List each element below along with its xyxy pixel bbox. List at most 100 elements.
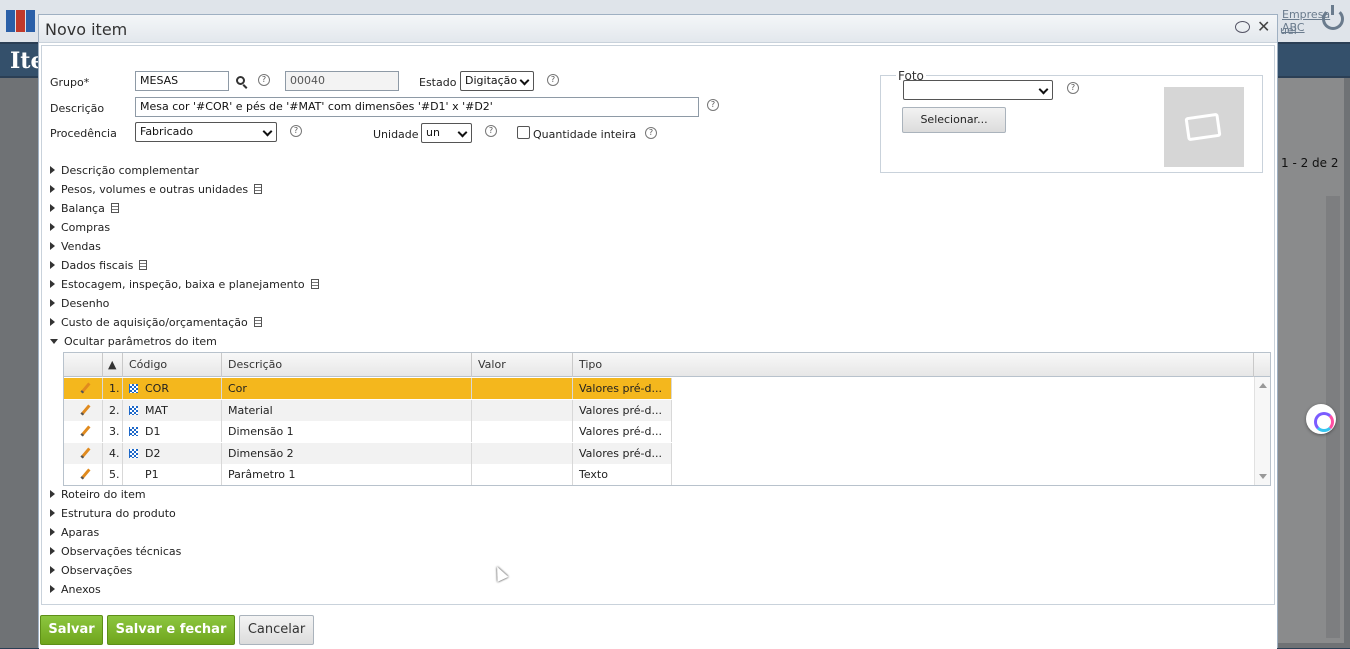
document-icon[interactable] (139, 260, 148, 270)
col-tipo[interactable]: Tipo (573, 353, 1254, 377)
help-icon[interactable]: ? (707, 99, 719, 111)
params-grid: ▲ Código Descrição Valor Tipo 1. COR Cor Va… (63, 352, 1271, 486)
section-label: Roteiro do item (61, 488, 146, 501)
cell-codigo: P1 (123, 464, 222, 485)
pencil-icon[interactable] (80, 468, 91, 480)
clickup-extension-icon[interactable] (1306, 404, 1336, 434)
foto-select[interactable] (903, 80, 1053, 100)
edit-cell[interactable] (64, 442, 103, 464)
edit-cell[interactable] (64, 399, 103, 421)
section-item[interactable]: Aparas (50, 526, 99, 539)
quantidade-inteira-checkbox[interactable] (517, 126, 530, 139)
row-filler (672, 421, 1254, 442)
section-item[interactable]: Estocagem, inspeção, baixa e planejament… (50, 278, 319, 291)
table-row[interactable]: 5. P1 Parâmetro 1 Texto (64, 464, 1254, 485)
help-icon[interactable]: ? (547, 74, 559, 86)
salvar-button[interactable]: Salvar (40, 615, 103, 645)
sort-asc-icon[interactable]: ▲ (103, 353, 123, 377)
modal-header: Novo item ✕ (39, 15, 1277, 43)
salvar-fechar-button[interactable]: Salvar e fechar (107, 615, 235, 645)
section-label: Ocultar parâmetros do item (64, 335, 217, 348)
search-icon[interactable] (236, 76, 245, 85)
cell-desc: Dimensão 1 (222, 421, 472, 442)
help-icon[interactable]: ? (485, 125, 497, 137)
help-icon[interactable]: ? (290, 125, 302, 137)
document-icon[interactable] (253, 317, 262, 327)
help-icon[interactable]: ? (1067, 82, 1079, 94)
descricao-label: Descrição (50, 102, 105, 115)
section-item[interactable]: Pesos, volumes e outras unidades (50, 183, 263, 196)
help-icon[interactable]: ? (258, 74, 270, 86)
scroll-up-icon[interactable] (1259, 383, 1267, 388)
section-item[interactable]: Anexos (50, 583, 101, 596)
cancelar-button[interactable]: Cancelar (239, 615, 314, 645)
cell-n: 3. (103, 421, 123, 442)
document-icon[interactable] (310, 279, 319, 289)
section-item[interactable]: Descrição complementar (50, 164, 199, 177)
section-label: Balança (61, 202, 105, 215)
cell-tipo: Valores pré-d... (573, 421, 672, 442)
unidade-value: un (426, 126, 440, 139)
section-item[interactable]: Vendas (50, 240, 101, 253)
app-logo (6, 10, 36, 32)
grid-scrollbar[interactable] (1254, 377, 1270, 485)
grupo-input[interactable]: MESAS (135, 71, 229, 91)
section-label: Descrição complementar (61, 164, 199, 177)
help-icon[interactable]: ? (645, 127, 657, 139)
pencil-icon[interactable] (80, 446, 91, 459)
section-item[interactable]: Estrutura do produto (50, 507, 176, 520)
user-menu[interactable]: uel (1280, 24, 1297, 37)
selecionar-button[interactable]: Selecionar... (902, 107, 1006, 133)
cell-codigo: D1 (123, 421, 222, 442)
document-icon[interactable] (254, 184, 263, 194)
section-item[interactable]: Dados fiscais (50, 259, 148, 272)
table-row[interactable]: 3. D1 Dimensão 1 Valores pré-d... (64, 421, 1254, 442)
section-ocultar-parametros[interactable]: Ocultar parâmetros do item (50, 335, 217, 348)
section-item[interactable]: Compras (50, 221, 110, 234)
edit-cell[interactable] (64, 464, 103, 485)
pencil-icon[interactable] (80, 403, 91, 416)
power-icon[interactable] (1322, 5, 1344, 30)
procedencia-select[interactable]: Fabricado (135, 122, 277, 142)
grid-header-edit (64, 353, 103, 377)
estado-select[interactable]: Digitação (460, 71, 534, 91)
estado-label: Estado (419, 76, 457, 89)
cell-tipo: Texto (573, 464, 672, 485)
unidade-select[interactable]: un (421, 123, 472, 143)
triangle-right-icon (50, 318, 55, 326)
section-item[interactable]: Roteiro do item (50, 488, 146, 501)
col-codigo[interactable]: Código (123, 353, 222, 377)
section-item[interactable]: Custo de aquisição/orçamentação (50, 316, 262, 329)
section-item[interactable]: Observações técnicas (50, 545, 181, 558)
section-label: Estocagem, inspeção, baixa e planejament… (61, 278, 305, 291)
close-icon[interactable]: ✕ (1257, 17, 1270, 36)
descricao-input[interactable]: Mesa cor '#COR' e pés de '#MAT' com dime… (135, 97, 699, 117)
section-item[interactable]: Observações (50, 564, 132, 577)
cell-tipo: Valores pré-d... (573, 378, 672, 399)
section-label: Desenho (61, 297, 110, 310)
new-item-modal: Novo item ✕ Grupo* MESAS ? 00040 Estado … (38, 14, 1278, 649)
document-icon[interactable] (110, 203, 119, 213)
triangle-right-icon (50, 528, 55, 536)
triangle-right-icon (50, 299, 55, 307)
cell-codigo: D2 (123, 442, 222, 464)
triangle-right-icon (50, 204, 55, 212)
col-descricao[interactable]: Descrição (222, 353, 472, 377)
section-item[interactable]: Desenho (50, 297, 109, 310)
table-row[interactable]: 1. COR Cor Valores pré-d... (64, 378, 1254, 399)
edit-cell[interactable] (64, 378, 103, 399)
scroll-down-icon[interactable] (1259, 474, 1267, 479)
table-row[interactable]: 2. MAT Material Valores pré-d... (64, 399, 1254, 421)
table-row[interactable]: 4. D2 Dimensão 2 Valores pré-d... (64, 442, 1254, 464)
edit-cell[interactable] (64, 421, 103, 442)
triangle-right-icon (50, 509, 55, 517)
chat-icon[interactable] (1235, 21, 1250, 33)
code-input[interactable]: 00040 (285, 71, 399, 91)
cell-n: 5. (103, 464, 123, 485)
cell-valor (472, 421, 573, 442)
section-item[interactable]: Balança (50, 202, 119, 215)
pencil-icon[interactable] (80, 425, 91, 437)
row-filler (672, 399, 1254, 421)
pencil-icon[interactable] (80, 382, 91, 394)
col-valor[interactable]: Valor (472, 353, 573, 377)
